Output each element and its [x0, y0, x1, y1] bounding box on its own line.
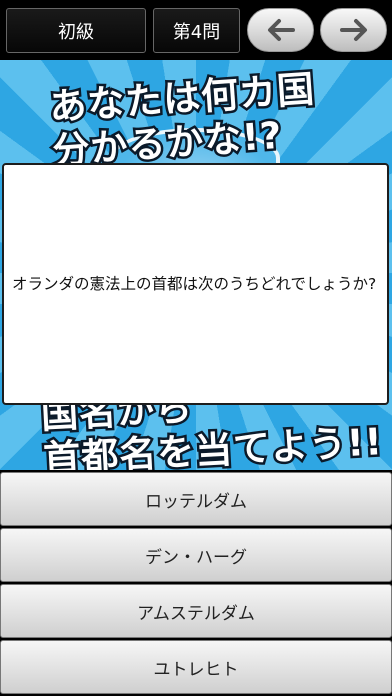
question-number: 第4問 [153, 8, 240, 53]
top-bar: 初級 第4問 [0, 0, 392, 60]
question-card: オランダの憲法上の首都は次のうちどれでしょうか? [2, 163, 389, 405]
answer-button-2[interactable]: デン・ハーグ [0, 528, 392, 582]
headline-top: あなたは何カ国 分かるかな!? [46, 65, 319, 176]
arrow-right-icon [339, 19, 367, 41]
next-question-button[interactable] [320, 8, 387, 52]
previous-question-button[interactable] [247, 8, 314, 52]
answer-button-3[interactable]: アムステルダム [0, 584, 392, 638]
arrow-left-icon [267, 19, 295, 41]
answer-list: ロッテルダム デン・ハーグ アムステルダム ユトレヒト [0, 470, 392, 696]
level-label: 初級 [6, 8, 146, 53]
answer-button-1[interactable]: ロッテルダム [0, 472, 392, 526]
answer-button-4[interactable]: ユトレヒト [0, 640, 392, 694]
question-text: オランダの憲法上の首都は次のうちどれでしょうか? [12, 274, 377, 293]
